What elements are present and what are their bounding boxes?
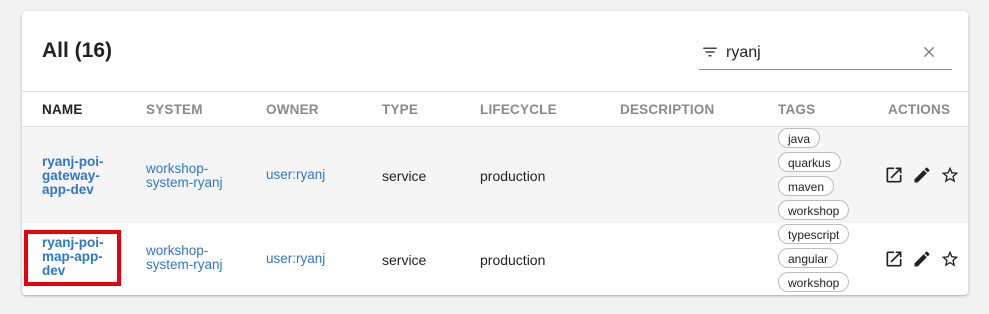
system-line: system-ryanj [146,257,223,272]
edit-pencil-icon[interactable] [912,165,932,185]
open-in-new-icon[interactable] [884,165,904,185]
catalog-table-card: All (16) NAME SYSTEM OWNER TYPE LIFECYCL… [22,11,968,295]
system-link[interactable]: workshop- system-ryanj [146,162,223,190]
row-actions [884,249,960,269]
tag-chip: angular [778,248,839,268]
highlight-box [24,230,121,286]
tag-chip: maven [778,176,835,196]
owner-link[interactable]: user:ryanj [266,168,325,182]
column-header-system[interactable]: SYSTEM [146,102,203,117]
lifecycle-value: production [480,168,546,184]
filter-input[interactable] [726,42,906,64]
system-line: workshop- [146,161,209,176]
system-line: workshop- [146,243,209,258]
system-link[interactable]: workshop- system-ryanj [146,244,223,272]
owner-link[interactable]: user:ryanj [266,252,325,266]
open-in-new-icon[interactable] [884,249,904,269]
name-line: ryanj-poi- [42,154,104,169]
name-line: gateway- [42,168,100,183]
column-header-owner[interactable]: OWNER [266,102,319,117]
lifecycle-value: production [480,252,546,268]
tag-chip: java [778,128,821,148]
column-header-description[interactable]: DESCRIPTION [620,102,714,117]
table-header: NAME SYSTEM OWNER TYPE LIFECYCLE DESCRIP… [22,91,968,127]
column-header-type[interactable]: TYPE [382,102,418,117]
filter-list-icon [703,47,717,57]
row-actions [884,165,960,185]
type-value: service [382,168,427,184]
column-header-lifecycle[interactable]: LIFECYCLE [480,102,557,117]
tags-list: typescript angular workshop [778,224,850,295]
table-title: All (16) [42,39,113,62]
system-line: system-ryanj [146,175,223,190]
table-row: ryanj-poi- map-app- dev workshop- system… [22,223,968,295]
tag-chip: typescript [778,224,850,244]
tag-chip: workshop [778,272,850,292]
star-outline-icon[interactable] [940,249,960,269]
close-icon[interactable] [921,44,937,60]
type-value: service [382,252,427,268]
column-header-actions: ACTIONS [888,102,951,117]
tag-chip: workshop [778,200,850,220]
star-outline-icon[interactable] [940,165,960,185]
filter-field[interactable] [699,41,952,70]
column-header-name[interactable]: NAME [42,102,83,117]
table-row: ryanj-poi- gateway- app-dev workshop- sy… [22,127,968,223]
column-header-tags[interactable]: TAGS [778,102,815,117]
entity-name-link[interactable]: ryanj-poi- gateway- app-dev [42,155,120,197]
edit-pencil-icon[interactable] [912,249,932,269]
name-line: app-dev [42,182,94,197]
tags-list: java quarkus maven workshop [778,128,850,224]
tag-chip: quarkus [778,152,841,172]
